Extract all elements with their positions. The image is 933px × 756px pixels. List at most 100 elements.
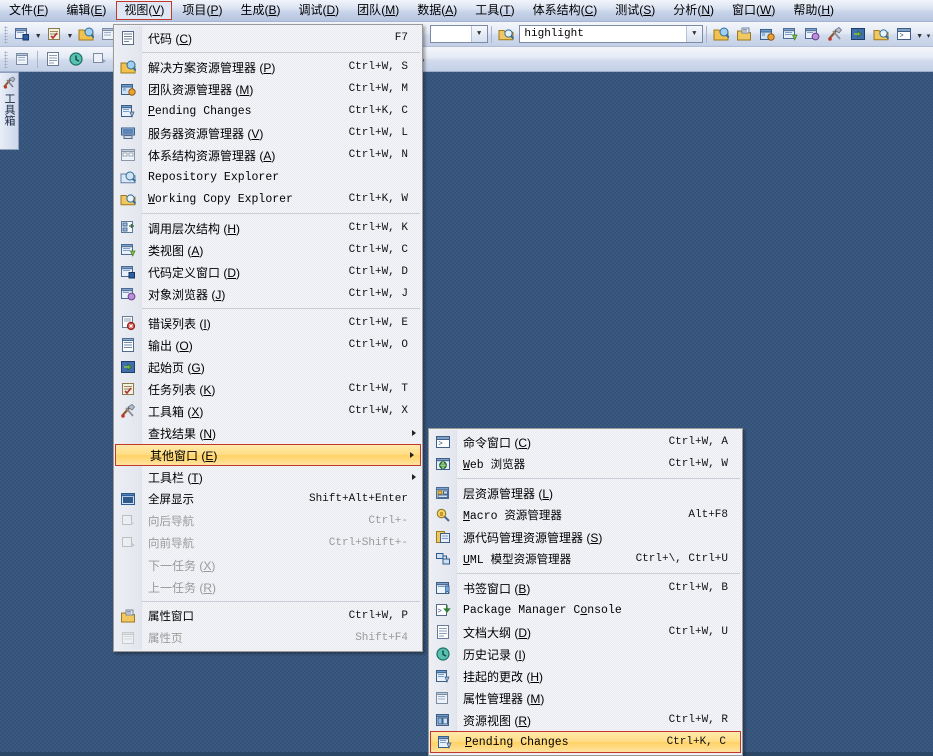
menu-item-text: 调用层次结构 xyxy=(148,221,221,236)
open-file-button[interactable] xyxy=(75,24,96,44)
other-windows-submenu-item[interactable]: UML 模型资源管理器 Ctrl+\, Ctrl+U xyxy=(429,548,742,570)
view-menu-item[interactable]: Working Copy Explorer Ctrl+K, W xyxy=(114,188,422,210)
view-menu-item[interactable]: 代码 (C) F7 xyxy=(114,27,422,49)
menubar-item-8[interactable]: 工具(T) xyxy=(467,1,522,20)
view-menu-item[interactable]: 团队资源管理器 (M) Ctrl+W, M xyxy=(114,78,422,100)
menubar-item-11[interactable]: 分析(N) xyxy=(665,1,722,20)
menu-item-mnemonic: (T) xyxy=(184,470,203,485)
menu-item-text: 工具箱 xyxy=(148,404,185,419)
menubar-item-0[interactable]: 文件(F) xyxy=(1,1,56,20)
configuration-combo[interactable]: ▼ xyxy=(430,25,488,43)
view-menu-item[interactable]: 代码定义窗口 (D) Ctrl+W, D xyxy=(114,261,422,283)
view-menu-item[interactable]: 类视图 (A) Ctrl+W, C xyxy=(114,239,422,261)
view-menu-item[interactable]: 其他窗口 (E) xyxy=(115,444,421,466)
tb2-button-1[interactable] xyxy=(42,49,63,69)
toolbar-button-1[interactable] xyxy=(734,24,755,44)
menubar-item-3[interactable]: 项目(P) xyxy=(174,1,230,20)
new-item-button[interactable] xyxy=(44,24,65,44)
dropdown-arrow-icon[interactable]: ▼ xyxy=(915,24,924,44)
chevron-down-icon[interactable]: ▼ xyxy=(685,26,702,42)
toolbar-grip[interactable] xyxy=(4,25,8,43)
view-menu-item[interactable]: 全屏显示 Shift+Alt+Enter xyxy=(114,488,422,510)
other-windows-submenu-item[interactable]: > Package Manager Console xyxy=(429,599,742,621)
menubar-item-label: 数据 xyxy=(417,3,442,17)
other-windows-submenu-item[interactable]: 文档大纲 (D) Ctrl+W, U xyxy=(429,621,742,643)
view-menu-item[interactable]: 工具箱 (X) Ctrl+W, X xyxy=(114,400,422,422)
property-pages-icon xyxy=(116,629,140,647)
other-windows-submenu-item[interactable]: Web 浏览器 Ctrl+W, W xyxy=(429,453,742,475)
other-windows-submenu-item[interactable]: 层资源管理器 (L) xyxy=(429,482,742,504)
menu-item-text: Macro 资源管理器 xyxy=(463,510,562,523)
find-combo[interactable]: highlight ▼ xyxy=(519,25,703,43)
other-windows-submenu-item[interactable]: 挂起的更改 (H) xyxy=(429,665,742,687)
find-in-files-button[interactable] xyxy=(496,24,517,44)
toolbar-button-5[interactable] xyxy=(825,24,846,44)
toolbar-button-7[interactable] xyxy=(871,24,892,44)
resource-view-icon xyxy=(431,711,455,729)
menubar-item-4[interactable]: 生成(B) xyxy=(232,1,288,20)
view-menu-item[interactable]: 错误列表 (I) Ctrl+W, E xyxy=(114,312,422,334)
menu-item-label: 工具箱 (X) xyxy=(148,403,339,420)
mnemonic-letter: K xyxy=(203,382,212,397)
toolbar-grip[interactable] xyxy=(4,50,8,68)
view-menu-item[interactable]: 体系结构资源管理器 (A) Ctrl+W, N xyxy=(114,144,422,166)
view-menu-item[interactable]: Pending Changes Ctrl+K, C xyxy=(114,100,422,122)
working-copy-explorer-icon xyxy=(116,190,140,208)
menubar-item-7[interactable]: 数据(A) xyxy=(409,1,465,20)
toolbar-button-6[interactable] xyxy=(848,24,869,44)
toolbar-overflow-button[interactable]: ▾ xyxy=(924,24,933,44)
other-windows-submenu-item[interactable]: Macro 资源管理器 Alt+F8 xyxy=(429,504,742,526)
menubar-item-13[interactable]: 帮助(H) xyxy=(785,1,842,20)
tb2-button-2[interactable] xyxy=(65,49,86,69)
menubar-item-2[interactable]: 视图(V) xyxy=(116,1,173,20)
other-windows-submenu-item[interactable]: 资源视图 (R) Ctrl+W, R xyxy=(429,709,742,731)
mnemonic-letter: W xyxy=(760,3,772,17)
toolbar-button-0[interactable] xyxy=(711,24,732,44)
view-menu-item[interactable]: 输出 (O) Ctrl+W, O xyxy=(114,334,422,356)
view-menu-item[interactable]: 服务器资源管理器 (V) Ctrl+W, L xyxy=(114,122,422,144)
new-project-button[interactable] xyxy=(12,24,33,44)
toolbar-button-4[interactable] xyxy=(802,24,823,44)
dropdown-arrow-icon[interactable]: ▼ xyxy=(34,24,43,44)
bookmark-button[interactable] xyxy=(12,49,33,69)
menu-item-text: Pending Changes xyxy=(148,104,252,118)
view-menu-item[interactable]: Repository Explorer xyxy=(114,166,422,188)
dropdown-arrow-icon[interactable]: ▼ xyxy=(66,24,75,44)
other-windows-submenu-item[interactable]: 历史记录 (I) xyxy=(429,643,742,665)
menubar-item-9[interactable]: 体系结构(C) xyxy=(525,1,606,20)
menu-item-mnemonic: (L) xyxy=(535,486,554,501)
view-menu-item[interactable]: 工具栏 (T) xyxy=(114,466,422,488)
menu-item-shortcut: Ctrl+W, N xyxy=(348,149,408,161)
toolbar-button-8[interactable]: > xyxy=(893,24,914,44)
find-combo-value[interactable]: highlight xyxy=(524,28,583,40)
menu-item-label: 上一任务 (R) xyxy=(148,579,422,596)
view-menu-item[interactable]: 任务列表 (K) Ctrl+W, T xyxy=(114,378,422,400)
toolbar-button-2[interactable] xyxy=(756,24,777,44)
properties-window-icon xyxy=(116,607,140,625)
other-windows-submenu-item[interactable]: 书签窗口 (B) Ctrl+W, B xyxy=(429,577,742,599)
mnemonic-letter: H xyxy=(821,3,831,17)
view-menu-item[interactable]: 查找结果 (N) xyxy=(114,422,422,444)
other-windows-submenu-item[interactable]: 源代码管理资源管理器 (S) xyxy=(429,526,742,548)
source-control-explorer-icon xyxy=(431,528,455,546)
menu-item-text: Package Manager Console xyxy=(463,603,622,617)
view-menu-item[interactable]: 调用层次结构 (H) Ctrl+W, K xyxy=(114,217,422,239)
menubar-item-12[interactable]: 窗口(W) xyxy=(724,1,783,20)
toolbar-button-3[interactable] xyxy=(779,24,800,44)
view-menu-item[interactable]: 解决方案资源管理器 (P) Ctrl+W, S xyxy=(114,56,422,78)
tb2-button-3[interactable] xyxy=(88,49,109,69)
view-menu-item[interactable]: 对象浏览器 (J) Ctrl+W, J xyxy=(114,283,422,305)
menubar-item-6[interactable]: 团队(M) xyxy=(349,1,407,20)
menubar-item-10[interactable]: 测试(S) xyxy=(607,1,663,20)
toolbox-side-tab[interactable]: 工具箱 xyxy=(0,72,19,150)
other-windows-submenu-item[interactable]: 属性管理器 (M) xyxy=(429,687,742,709)
menubar-item-1[interactable]: 编辑(E) xyxy=(58,1,114,20)
view-menu-item[interactable]: 起始页 (G) xyxy=(114,356,422,378)
chevron-down-icon[interactable]: ▼ xyxy=(470,26,487,42)
other-windows-submenu-item[interactable]: Pending Changes Ctrl+K, C xyxy=(430,731,741,753)
menubar-item-5[interactable]: 调试(D) xyxy=(290,1,347,20)
menu-item-label: Package Manager Console xyxy=(463,604,742,617)
view-menu-item[interactable]: 属性窗口 Ctrl+W, P xyxy=(114,605,422,627)
other-windows-submenu-item[interactable]: > 命令窗口 (C) Ctrl+W, A xyxy=(429,431,742,453)
menu-item-text: 其他窗口 xyxy=(150,448,199,463)
